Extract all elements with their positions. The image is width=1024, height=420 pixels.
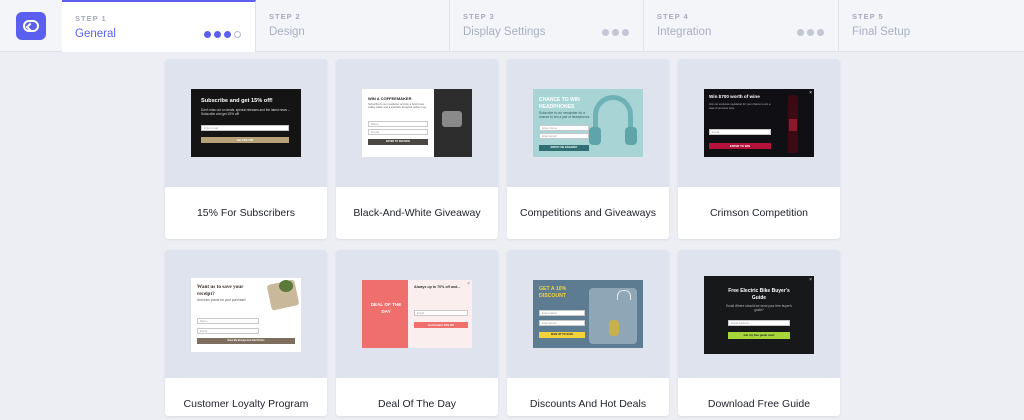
step-progress-dots [204, 31, 241, 38]
template-preview: × Free Electric Bike Buyer's Guide Email… [678, 250, 840, 378]
step-design[interactable]: STEP 2 Design [256, 0, 450, 52]
template-name: Discounts And Hot Deals [529, 397, 647, 410]
popup-preview: Subscribe and get 15% off! Don't miss ou… [191, 89, 301, 157]
step-name: General [75, 28, 116, 40]
step-progress-dots [797, 29, 824, 36]
popup-preview: WIN A COFFEEMAKER Subscribe to our newsl… [362, 89, 472, 157]
template-name: Black-And-White Giveaway [353, 206, 481, 219]
template-preview: DEAL OF THE DAY Always up to 70% off and… [336, 250, 498, 378]
app-logo-icon[interactable] [16, 12, 46, 40]
step-name: Display Settings [463, 26, 546, 38]
template-name: 15% For Subscribers [196, 206, 296, 219]
template-name: Competitions and Giveaways [520, 206, 656, 219]
popup-preview: × Free Electric Bike Buyer's Guide Email… [704, 276, 814, 354]
template-preview: Subscribe and get 15% off! Don't miss ou… [165, 59, 327, 187]
template-card[interactable]: × Win $700 worth of wine Join our exclus… [678, 59, 840, 239]
template-name: Crimson Competition [709, 206, 809, 219]
template-card[interactable]: GET A 10% DISCOUNT Enter Name Enter Emai… [507, 250, 669, 416]
template-card[interactable]: WIN A COFFEEMAKER Subscribe to our newsl… [336, 59, 498, 239]
step-general[interactable]: STEP 1 General [62, 0, 256, 52]
step-number: STEP 3 [463, 12, 495, 21]
step-progress-dots [602, 29, 629, 36]
template-preview: CHANCE TO WIN HEADPHONES Subscribe to ou… [507, 59, 669, 187]
template-preview: Want us to save your receipt? And earn p… [165, 250, 327, 378]
step-number: STEP 4 [657, 12, 689, 21]
template-card[interactable]: Want us to save your receipt? And earn p… [165, 250, 327, 416]
template-preview: WIN A COFFEEMAKER Subscribe to our newsl… [336, 59, 498, 187]
step-display-settings[interactable]: STEP 3 Display Settings [450, 0, 644, 52]
template-preview: GET A 10% DISCOUNT Enter Name Enter Emai… [507, 250, 669, 378]
step-number: STEP 5 [852, 12, 884, 21]
step-integration[interactable]: STEP 4 Integration [644, 0, 839, 52]
step-name: Design [269, 26, 305, 38]
step-number: STEP 2 [269, 12, 301, 21]
template-name: Customer Loyalty Program [183, 397, 309, 410]
template-card[interactable]: CHANCE TO WIN HEADPHONES Subscribe to ou… [507, 59, 669, 239]
step-number: STEP 1 [75, 14, 107, 23]
step-name: Integration [657, 26, 712, 38]
template-card[interactable]: Subscribe and get 15% off! Don't miss ou… [165, 59, 327, 239]
popup-preview: × Win $700 worth of wine Join our exclus… [704, 89, 814, 157]
wizard-header: STEP 1 General STEP 2 Design STEP 3 Disp… [0, 0, 1024, 52]
popup-preview: CHANCE TO WIN HEADPHONES Subscribe to ou… [533, 89, 643, 157]
template-name: Download Free Guide [707, 397, 811, 410]
popup-preview: DEAL OF THE DAY Always up to 70% off and… [362, 280, 472, 348]
template-card[interactable]: × Free Electric Bike Buyer's Guide Email… [678, 250, 840, 416]
step-final-setup[interactable]: STEP 5 Final Setup [839, 0, 1024, 52]
step-name: Final Setup [852, 26, 911, 38]
popup-preview: GET A 10% DISCOUNT Enter Name Enter Emai… [533, 280, 643, 348]
template-name: Deal Of The Day [377, 397, 456, 410]
template-card[interactable]: DEAL OF THE DAY Always up to 70% off and… [336, 250, 498, 416]
template-preview: × Win $700 worth of wine Join our exclus… [678, 59, 840, 187]
popup-preview: Want us to save your receipt? And earn p… [191, 278, 301, 352]
